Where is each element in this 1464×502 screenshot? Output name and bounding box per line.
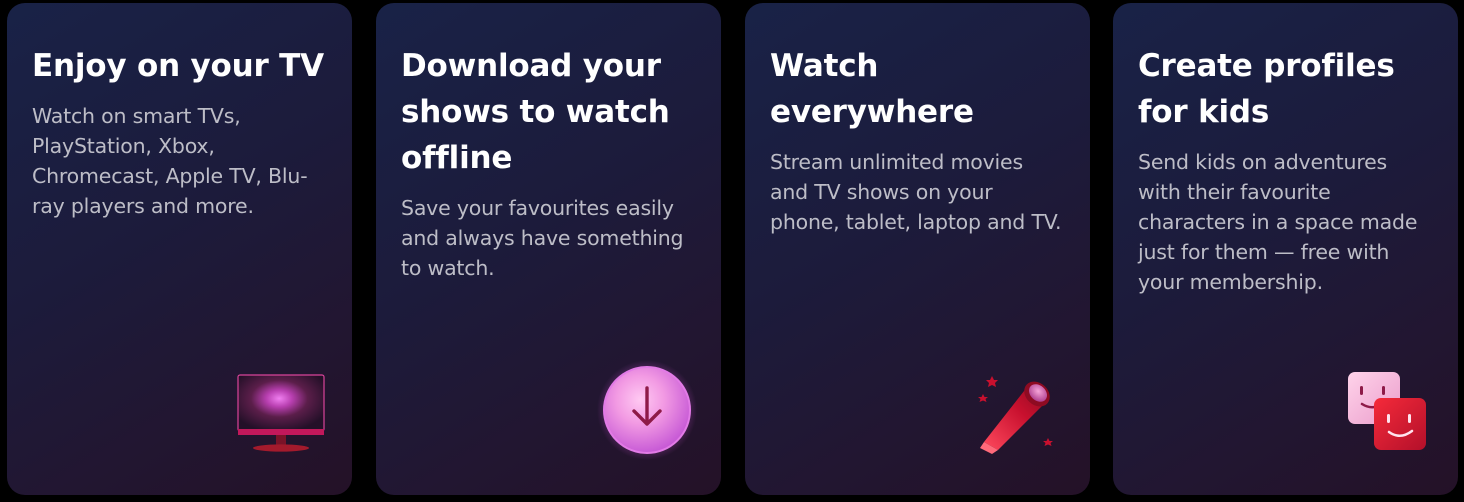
feature-description: Watch on smart TVs, PlayStation, Xbox, C… [32,104,308,218]
feature-description: Send kids on adventures with their favou… [1138,150,1418,294]
feature-description: Save your favourites easily and always h… [401,196,684,280]
feature-card-download: Download your shows to watch offline Sav… [376,3,721,495]
feature-title: Download your shows to watch offline [401,48,670,176]
feature-card-tv: Enjoy on your TV Watch on smart TVs, Pla… [7,3,352,495]
feature-title: Watch everywhere [770,48,974,130]
feature-cards: Enjoy on your TV Watch on smart TVs, Pla… [0,0,1464,502]
feature-card-watch-everywhere: Watch everywhere Stream unlimited movies… [745,3,1090,495]
feature-card-kids-profiles: Create profiles for kids Send kids on ad… [1113,3,1458,495]
feature-title: Create profiles for kids [1138,48,1395,130]
telescope-icon [976,370,1062,461]
kids-profile-icon [1346,370,1428,457]
feature-title: Enjoy on your TV [32,48,324,84]
feature-description: Stream unlimited movies and TV shows on … [770,150,1062,234]
download-icon [595,358,699,467]
tv-icon [236,374,326,459]
